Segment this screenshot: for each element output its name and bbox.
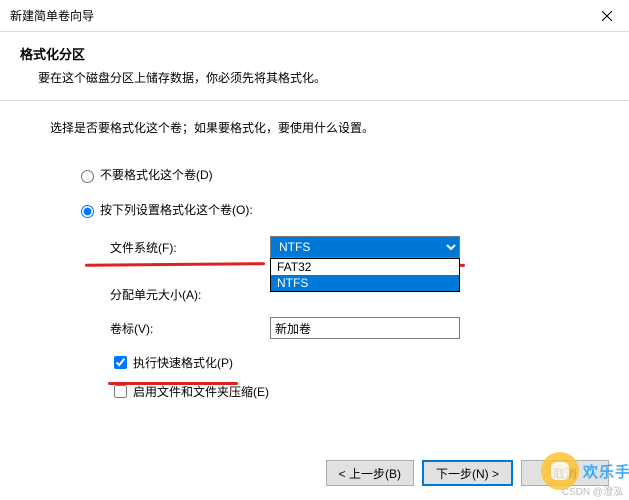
radio-format-input[interactable]	[81, 205, 94, 218]
radio-format-label: 按下列设置格式化这个卷(O):	[100, 201, 253, 218]
wizard-content: 选择是否要格式化这个卷；如果要格式化，要使用什么设置。 不要格式化这个卷(D) …	[0, 101, 629, 401]
compression-label: 启用文件和文件夹压缩(E)	[133, 383, 269, 400]
filesystem-dropdown[interactable]: FAT32 NTFS	[270, 258, 460, 292]
volume-label-label: 卷标(V):	[110, 320, 270, 337]
gamepad-icon	[548, 459, 572, 483]
prompt-text: 选择是否要格式化这个卷；如果要格式化，要使用什么设置。	[50, 119, 589, 136]
radio-format[interactable]: 按下列设置格式化这个卷(O):	[50, 201, 589, 218]
filesystem-option-ntfs[interactable]: NTFS	[271, 275, 459, 291]
quick-format-row[interactable]: 执行快速格式化(P)	[50, 353, 589, 372]
watermark-text: 欢乐手游	[583, 461, 629, 482]
header-subheading: 要在这个磁盘分区上储存数据，你必须先将其格式化。	[20, 69, 609, 86]
allocation-label: 分配单元大小(A):	[110, 286, 270, 303]
radio-no-format-input[interactable]	[81, 170, 94, 183]
filesystem-option-fat32[interactable]: FAT32	[271, 259, 459, 275]
window-title: 新建简单卷向导	[10, 7, 94, 24]
quick-format-label: 执行快速格式化(P)	[133, 354, 233, 371]
radio-no-format[interactable]: 不要格式化这个卷(D)	[50, 166, 589, 183]
titlebar: 新建简单卷向导	[0, 0, 629, 32]
volume-label-row: 卷标(V):	[110, 317, 589, 339]
filesystem-select[interactable]: NTFS	[270, 236, 460, 258]
watermark-csdn: CSDN @澄泓	[562, 483, 623, 498]
annotation-redline	[108, 382, 238, 385]
format-settings: 文件系统(F): NTFS FAT32 NTFS 分配单元大小(A): 卷标(V…	[50, 236, 589, 339]
wizard-header: 格式化分区 要在这个磁盘分区上储存数据，你必须先将其格式化。	[0, 32, 629, 101]
close-button[interactable]	[584, 0, 629, 32]
radio-no-format-label: 不要格式化这个卷(D)	[100, 166, 213, 183]
volume-label-input[interactable]	[270, 317, 460, 339]
header-heading: 格式化分区	[20, 44, 609, 63]
compression-checkbox[interactable]	[114, 385, 127, 398]
filesystem-label: 文件系统(F):	[110, 239, 270, 256]
filesystem-row: 文件系统(F): NTFS FAT32 NTFS	[110, 236, 589, 258]
close-icon	[602, 11, 612, 21]
next-button[interactable]: 下一步(N) >	[422, 460, 513, 486]
back-button[interactable]: < 上一步(B)	[326, 460, 414, 486]
quick-format-checkbox[interactable]	[114, 356, 127, 369]
